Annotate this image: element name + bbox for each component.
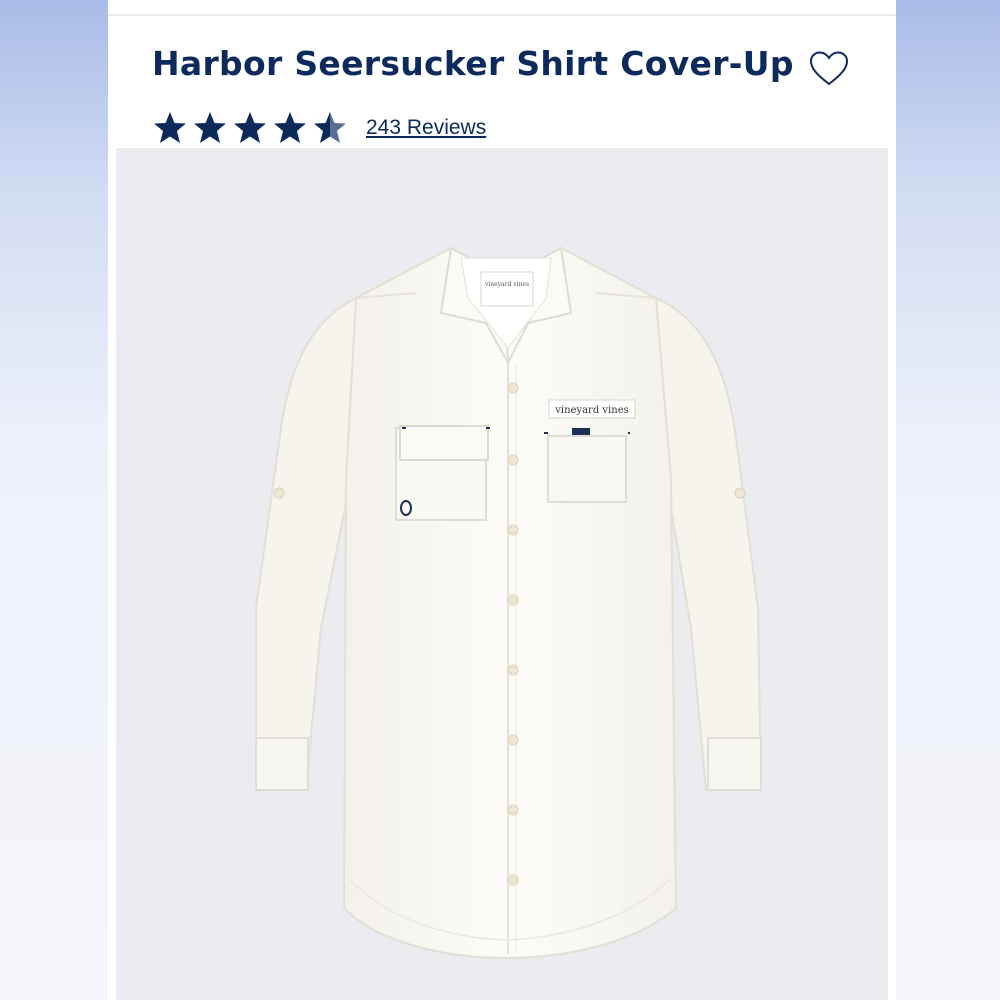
star-icon (274, 112, 306, 143)
product-title: Harbor Seersucker Shirt Cover-Up (152, 44, 794, 83)
right-cuff (707, 737, 762, 791)
shirt-illustration: vineyard vines vineyard vines (255, 246, 763, 960)
left-sleeve (255, 296, 358, 792)
star-icon (194, 112, 226, 143)
svg-text:vineyard vines: vineyard vines (484, 281, 529, 288)
product-panel: Harbor Seersucker Shirt Cover-Up 243 Rev… (108, 0, 896, 1000)
right-background (896, 0, 1000, 1000)
top-divider (108, 14, 896, 16)
left-background (0, 0, 108, 1000)
product-image: vineyard vines vineyard vines (116, 148, 888, 1000)
neck-label (480, 271, 534, 307)
left-cuff (255, 737, 309, 791)
star-rating (152, 110, 348, 146)
chest-label-text: vineyard vines (554, 405, 629, 416)
reviews-link[interactable]: 243 Reviews (366, 116, 486, 140)
star-icon (314, 112, 346, 143)
star-icon (154, 112, 186, 143)
left-pocket-flap (399, 425, 489, 461)
rating-row: 243 Reviews (152, 108, 486, 148)
star-icon (234, 112, 266, 143)
right-pocket (547, 435, 627, 503)
favorite-button[interactable] (808, 50, 850, 88)
heart-outline-icon (809, 51, 849, 86)
